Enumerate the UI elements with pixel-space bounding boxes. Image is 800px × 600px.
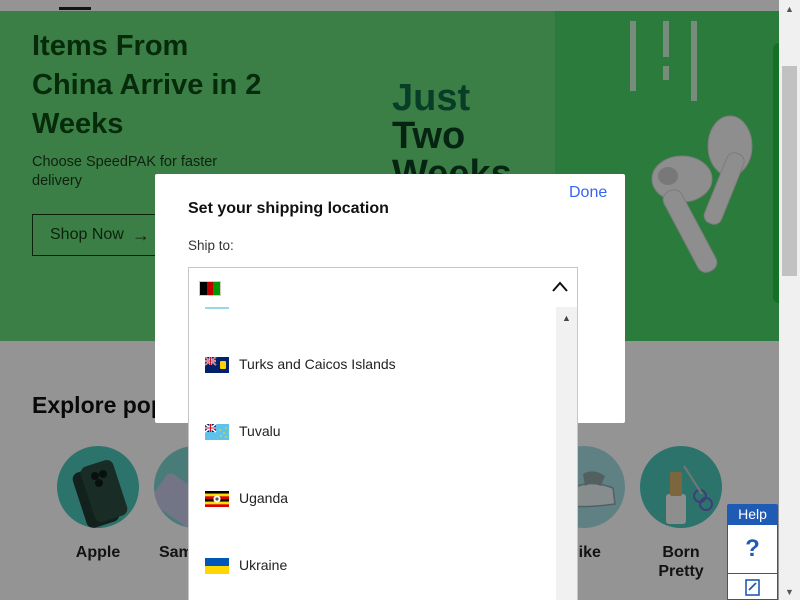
country-name: Uganda xyxy=(239,490,289,506)
country-option[interactable]: Tuvalu xyxy=(189,399,557,466)
country-option[interactable]: Uganda xyxy=(189,466,557,533)
country-name: Tuvalu xyxy=(239,423,281,439)
flag-turks-caicos-icon xyxy=(205,357,229,373)
country-select[interactable] xyxy=(188,267,578,307)
scroll-up-arrow-icon[interactable]: ▲ xyxy=(779,0,800,17)
done-button[interactable]: Done xyxy=(569,184,607,202)
flag-ukraine-icon xyxy=(205,558,229,574)
feedback-icon[interactable] xyxy=(727,574,778,600)
ship-to-label: Ship to: xyxy=(188,238,234,253)
flag-afghanistan-icon xyxy=(199,281,221,296)
help-label[interactable]: Help xyxy=(727,504,778,524)
country-dropdown-list[interactable]: Turks and Caicos Islands Tuvalu Uganda U… xyxy=(188,307,578,600)
dropdown-scrollbar[interactable]: ▲ xyxy=(556,307,577,600)
scroll-down-arrow-icon[interactable]: ▼ xyxy=(779,583,800,600)
flag-uganda-icon xyxy=(205,491,229,507)
question-icon[interactable]: ? xyxy=(727,524,778,574)
scroll-up-arrow-icon[interactable]: ▲ xyxy=(556,312,577,324)
country-option[interactable]: Turks and Caicos Islands xyxy=(189,332,557,399)
country-name: Ukraine xyxy=(239,557,288,573)
dialog-title: Set your shipping location xyxy=(188,200,389,217)
chevron-up-icon[interactable] xyxy=(551,278,569,296)
country-name: Turks and Caicos Islands xyxy=(239,356,396,372)
help-widget[interactable]: Help ? xyxy=(727,504,778,600)
country-option[interactable]: Ukraine xyxy=(189,533,557,600)
scroll-thumb[interactable] xyxy=(782,66,797,276)
dropdown-scroll-track[interactable] xyxy=(559,329,574,600)
partial-flag-icon xyxy=(205,307,229,309)
flag-tuvalu-icon xyxy=(205,424,229,440)
page-scrollbar[interactable]: ▲ ▼ xyxy=(779,0,800,600)
